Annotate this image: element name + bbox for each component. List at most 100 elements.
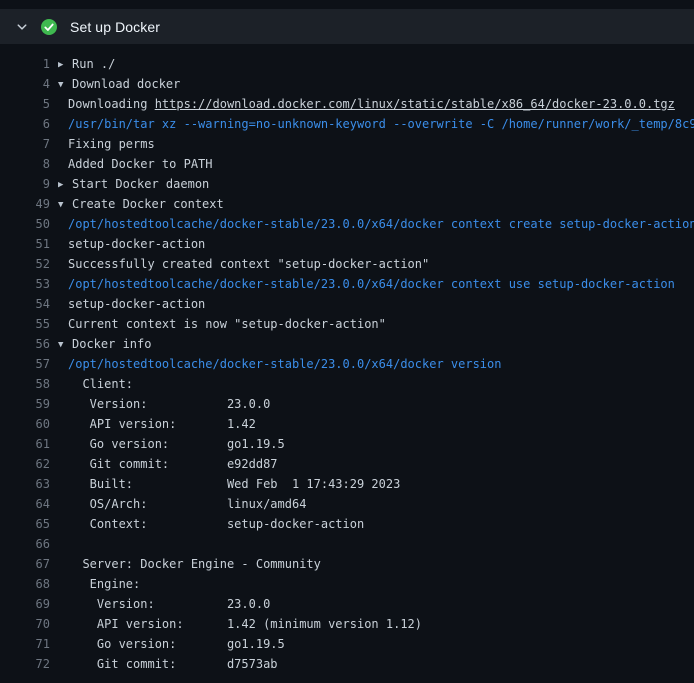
line-number[interactable]: 63 <box>0 474 50 494</box>
line-number[interactable]: 66 <box>0 534 50 554</box>
line-number[interactable]: 67 <box>0 554 50 574</box>
log-group-header[interactable]: ▼Download docker <box>58 74 180 94</box>
actions-log-viewer: Set up Docker 1▶Run ./4▼Download docker5… <box>0 0 694 683</box>
line-number[interactable]: 64 <box>0 494 50 514</box>
line-number[interactable]: 72 <box>0 654 50 674</box>
log-line: 1 ▶Run ./ <box>0 54 694 74</box>
log-line: 71 Go version: go1.19.5 <box>0 634 694 654</box>
line-number[interactable]: 62 <box>0 454 50 474</box>
log-link[interactable]: https://download.docker.com/linux/static… <box>155 97 675 111</box>
line-number[interactable]: 1 <box>0 54 50 74</box>
log-line-text: Go version: go1.19.5 <box>58 634 285 654</box>
line-number[interactable]: 57 <box>0 354 50 374</box>
line-number[interactable]: 71 <box>0 634 50 654</box>
log-text: Go version: go1.19.5 <box>68 437 285 451</box>
log-line-text: setup-docker-action <box>58 294 205 314</box>
line-number[interactable]: 49 <box>0 194 50 214</box>
log-line: 70 API version: 1.42 (minimum version 1.… <box>0 614 694 634</box>
log-group-header[interactable]: ▶Run ./ <box>58 54 115 74</box>
log-text: Create Docker context <box>72 197 224 211</box>
log-line: 8 Added Docker to PATH <box>0 154 694 174</box>
line-number[interactable]: 51 <box>0 234 50 254</box>
group-expanded-icon[interactable]: ▼ <box>58 75 72 94</box>
log-line-text: Version: 23.0.0 <box>58 594 270 614</box>
log-text: Downloading <box>68 97 155 111</box>
log-text: API version: 1.42 <box>68 417 256 431</box>
log-text: Successfully created context "setup-dock… <box>68 257 429 271</box>
log-line: 49 ▼Create Docker context <box>0 194 694 214</box>
log-text: Fixing perms <box>68 137 155 151</box>
log-line-text: Downloading https://download.docker.com/… <box>58 94 675 114</box>
group-expanded-icon[interactable]: ▼ <box>58 335 72 354</box>
log-line: 51 setup-docker-action <box>0 234 694 254</box>
log-line-text: Go version: go1.19.5 <box>58 434 285 454</box>
line-number[interactable]: 53 <box>0 274 50 294</box>
log-line: 5 Downloading https://download.docker.com… <box>0 94 694 114</box>
line-number[interactable]: 65 <box>0 514 50 534</box>
log-group-header[interactable]: ▶Start Docker daemon <box>58 174 209 194</box>
log-line-text: /opt/hostedtoolcache/docker-stable/23.0.… <box>58 354 501 374</box>
line-number[interactable]: 60 <box>0 414 50 434</box>
log-line-text: OS/Arch: linux/amd64 <box>58 494 306 514</box>
group-collapsed-icon[interactable]: ▶ <box>58 55 72 74</box>
log-line: 6/usr/bin/tar xz --warning=no-unknown-ke… <box>0 114 694 134</box>
line-number[interactable]: 8 <box>0 154 50 174</box>
check-circle-icon <box>41 19 57 35</box>
line-number[interactable]: 6 <box>0 114 50 134</box>
log-command-text: /opt/hostedtoolcache/docker-stable/23.0.… <box>68 277 675 291</box>
log-line-text: API version: 1.42 (minimum version 1.12) <box>58 614 422 634</box>
chevron-down-icon[interactable] <box>16 21 28 33</box>
log-text: Engine: <box>68 577 140 591</box>
step-title: Set up Docker <box>70 19 160 35</box>
line-number[interactable]: 61 <box>0 434 50 454</box>
log-line: 9 ▶Start Docker daemon <box>0 174 694 194</box>
line-number[interactable]: 55 <box>0 314 50 334</box>
log-line: 65 Context: setup-docker-action <box>0 514 694 534</box>
line-number[interactable]: 59 <box>0 394 50 414</box>
log-line: 54 setup-docker-action <box>0 294 694 314</box>
step-header[interactable]: Set up Docker <box>0 9 694 44</box>
log-line: 62 Git commit: e92dd87 <box>0 454 694 474</box>
log-text: API version: 1.42 (minimum version 1.12) <box>68 617 422 631</box>
log-group-header[interactable]: ▼Docker info <box>58 334 151 354</box>
line-number[interactable]: 56 <box>0 334 50 354</box>
log-group-header[interactable]: ▼Create Docker context <box>58 194 224 214</box>
line-number[interactable]: 68 <box>0 574 50 594</box>
log-line: 61 Go version: go1.19.5 <box>0 434 694 454</box>
line-number[interactable]: 69 <box>0 594 50 614</box>
log-line-text: Successfully created context "setup-dock… <box>58 254 429 274</box>
log-line: 59 Version: 23.0.0 <box>0 394 694 414</box>
line-number[interactable]: 7 <box>0 134 50 154</box>
log-line: 52 Successfully created context "setup-do… <box>0 254 694 274</box>
log-text: Version: 23.0.0 <box>68 597 270 611</box>
log-line-text: Current context is now "setup-docker-act… <box>58 314 386 334</box>
log-line-text: setup-docker-action <box>58 234 205 254</box>
log-line: 68 Engine: <box>0 574 694 594</box>
log-text: Download docker <box>72 77 180 91</box>
line-number[interactable]: 5 <box>0 94 50 114</box>
log-text: Client: <box>68 377 133 391</box>
log-line: 53/opt/hostedtoolcache/docker-stable/23.… <box>0 274 694 294</box>
log-line: 7 Fixing perms <box>0 134 694 154</box>
log-text: Version: 23.0.0 <box>68 397 270 411</box>
log-line-text: Fixing perms <box>58 134 155 154</box>
log-line: 69 Version: 23.0.0 <box>0 594 694 614</box>
log-line: 72 Git commit: d7573ab <box>0 654 694 674</box>
log-line-text: Built: Wed Feb 1 17:43:29 2023 <box>58 474 400 494</box>
log-text: Current context is now "setup-docker-act… <box>68 317 386 331</box>
log-line-text: /opt/hostedtoolcache/docker-stable/23.0.… <box>58 274 675 294</box>
group-collapsed-icon[interactable]: ▶ <box>58 175 72 194</box>
line-number[interactable]: 4 <box>0 74 50 94</box>
line-number[interactable]: 50 <box>0 214 50 234</box>
line-number[interactable]: 54 <box>0 294 50 314</box>
line-number[interactable]: 9 <box>0 174 50 194</box>
log-line: 55 Current context is now "setup-docker-a… <box>0 314 694 334</box>
line-number[interactable]: 70 <box>0 614 50 634</box>
log-text: Git commit: e92dd87 <box>68 457 278 471</box>
line-number[interactable]: 52 <box>0 254 50 274</box>
group-expanded-icon[interactable]: ▼ <box>58 195 72 214</box>
log-text: Go version: go1.19.5 <box>68 637 285 651</box>
log-line-text: Added Docker to PATH <box>58 154 213 174</box>
line-number[interactable]: 58 <box>0 374 50 394</box>
log-text: Context: setup-docker-action <box>68 517 364 531</box>
